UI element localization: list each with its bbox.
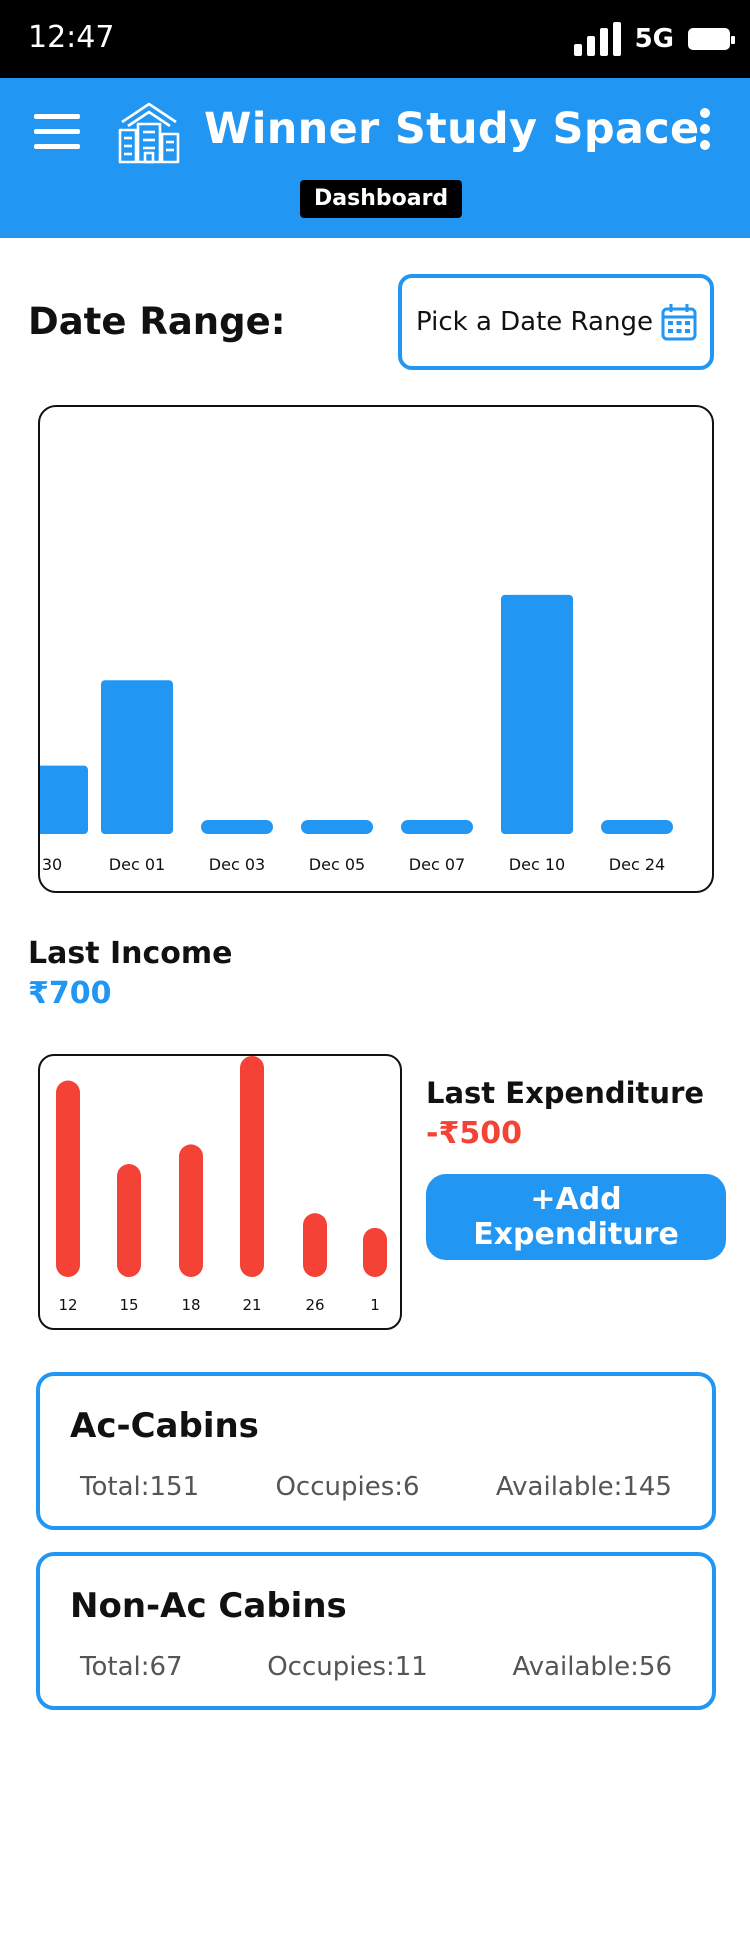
app-title: Winner Study Space xyxy=(204,104,700,154)
expenditure-bar-chart: 12 15 18 21 26 1 xyxy=(38,1054,402,1330)
date-picker-text: Pick a Date Range xyxy=(416,307,653,337)
status-bar: 12:47 5G xyxy=(0,0,750,78)
expenditure-x-tick-label: 18 xyxy=(181,1296,200,1314)
ac-cabins-card[interactable]: Ac-Cabins Total:151 Occupies:6 Available… xyxy=(36,1372,716,1530)
last-income-label: Last Income xyxy=(28,936,233,971)
battery-icon xyxy=(688,28,735,50)
income-bar xyxy=(201,820,273,834)
income-x-tick-label: 30 xyxy=(42,855,62,874)
date-range-picker[interactable]: Pick a Date Range xyxy=(398,274,714,370)
income-x-tick-label: Dec 05 xyxy=(309,855,365,874)
expenditure-x-tick-label: 21 xyxy=(242,1296,261,1314)
network-label: 5G xyxy=(634,24,674,54)
income-bar xyxy=(40,765,88,834)
expenditure-bar xyxy=(240,1056,264,1277)
income-bar xyxy=(601,820,673,834)
income-x-tick-label: Dec 01 xyxy=(109,855,165,874)
expenditure-bar xyxy=(363,1227,387,1277)
status-time: 12:47 xyxy=(28,20,115,55)
expenditure-x-tick-label: 15 xyxy=(119,1296,138,1314)
status-indicators: 5G xyxy=(573,22,735,56)
expenditure-bar xyxy=(303,1213,327,1277)
income-bar xyxy=(501,594,573,834)
last-expenditure-value: -₹500 xyxy=(426,1116,522,1151)
expenditure-bar xyxy=(117,1164,141,1277)
last-expenditure-label: Last Expenditure xyxy=(426,1076,705,1110)
app-bar: Winner Study Space Dashboard xyxy=(0,78,750,238)
cabin-available: Available:145 xyxy=(495,1472,672,1502)
income-x-tick-label: Dec 03 xyxy=(209,855,265,874)
page-title-chip: Dashboard xyxy=(300,180,463,218)
calendar-icon xyxy=(661,304,697,341)
cabin-total: Total:67 xyxy=(80,1652,183,1682)
cabin-occupied: Occupies:11 xyxy=(267,1652,428,1682)
expenditure-bar xyxy=(179,1144,203,1277)
cabin-title: Non-Ac Cabins xyxy=(70,1586,347,1626)
income-x-tick-label: Dec 24 xyxy=(609,855,665,874)
signal-icon xyxy=(573,22,621,56)
income-bar xyxy=(401,820,473,834)
income-bar xyxy=(101,680,173,834)
non-ac-cabins-card[interactable]: Non-Ac Cabins Total:67 Occupies:11 Avail… xyxy=(36,1552,716,1710)
more-options-icon[interactable] xyxy=(700,108,710,150)
expenditure-x-tick-label: 12 xyxy=(58,1296,77,1314)
expenditure-chart-svg: 12 15 18 21 26 1 xyxy=(56,1056,387,1314)
menu-icon[interactable] xyxy=(34,114,80,149)
cabin-stats: Total:67 Occupies:11 Available:56 xyxy=(80,1652,672,1682)
cabin-stats: Total:151 Occupies:6 Available:145 xyxy=(80,1472,672,1502)
expenditure-x-tick-label: 1 xyxy=(370,1296,380,1314)
building-logo-icon xyxy=(118,102,180,164)
cabin-total: Total:151 xyxy=(80,1472,200,1502)
date-range-label: Date Range: xyxy=(28,300,286,343)
income-x-tick-label: Dec 10 xyxy=(509,855,565,874)
add-expenditure-button[interactable]: +Add Expenditure xyxy=(426,1174,726,1260)
income-x-tick-label: Dec 07 xyxy=(409,855,465,874)
income-bar xyxy=(301,820,373,834)
cabin-title: Ac-Cabins xyxy=(70,1406,259,1446)
cabin-occupied: Occupies:6 xyxy=(275,1472,420,1502)
expenditure-x-tick-label: 26 xyxy=(305,1296,324,1314)
income-bar-chart: 30 Dec 01 Dec 03 Dec 05 Dec 07 Dec 10 Dec 24 xyxy=(38,405,714,893)
expenditure-bar xyxy=(56,1080,80,1277)
income-chart-svg: 30 Dec 01 Dec 03 Dec 05 Dec 07 Dec 10 Dec 24 xyxy=(40,594,673,874)
last-income-value: ₹700 xyxy=(28,976,112,1011)
cabin-available: Available:56 xyxy=(512,1652,672,1682)
